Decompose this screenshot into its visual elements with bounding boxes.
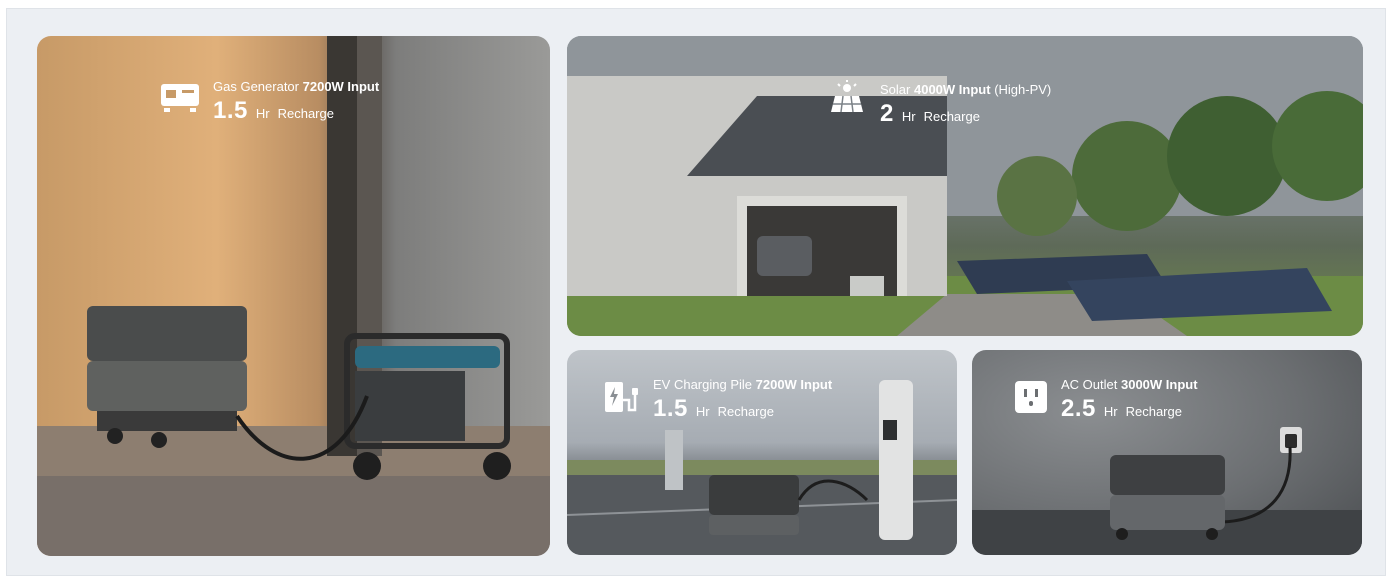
recharge-hours: 2.5	[1061, 395, 1096, 422]
hours-unit: Hr	[1103, 404, 1118, 419]
source-name: AC Outlet	[1061, 377, 1118, 392]
ev-charger-icon	[603, 380, 639, 421]
ev-charging-caption: EV Charging Pile 7200W Input 1.5 Hr Rechar…	[653, 377, 832, 423]
solar-card: Solar 4000W Input (High-PV) 2 Hr Recharge	[567, 36, 1363, 336]
solar-caption: Solar 4000W Input (High-PV) 2 Hr Recharge	[880, 82, 1051, 128]
recharge-hours: 2	[880, 100, 894, 127]
hours-unit: Hr	[695, 404, 710, 419]
input-power: 7200W Input	[755, 377, 833, 392]
source-name: Gas Generator	[213, 79, 299, 94]
recharge-label: Recharge	[1125, 404, 1182, 419]
solar-panel-icon	[829, 80, 865, 121]
input-power: 7200W Input	[302, 79, 380, 94]
recharge-hours: 1.5	[213, 97, 248, 124]
gas-generator-icon	[160, 82, 200, 119]
source-name: EV Charging Pile	[653, 377, 752, 392]
gas-generator-card: Gas Generator 7200W Input 1.5 Hr Recharge	[37, 36, 550, 556]
ev-charging-card: EV Charging Pile 7200W Input 1.5 Hr Rechar…	[567, 350, 957, 555]
recharge-hours: 1.5	[653, 395, 688, 422]
recharge-label: Recharge	[717, 404, 774, 419]
hours-unit: Hr	[901, 109, 916, 124]
ac-outlet-card: AC Outlet 3000W Input 2.5 Hr Recharge	[972, 350, 1362, 555]
ac-outlet-icon	[1013, 379, 1049, 420]
source-name: Solar	[880, 82, 911, 97]
solar-scene	[567, 36, 1363, 336]
input-note: (High-PV)	[994, 82, 1052, 97]
gas-generator-caption: Gas Generator 7200W Input 1.5 Hr Recharge	[213, 79, 379, 125]
input-power: 3000W Input	[1120, 377, 1198, 392]
hours-unit: Hr	[255, 106, 270, 121]
input-power: 4000W Input	[913, 82, 991, 97]
ac-outlet-caption: AC Outlet 3000W Input 2.5 Hr Recharge	[1061, 377, 1198, 423]
recharge-label: Recharge	[923, 109, 980, 124]
recharge-label: Recharge	[277, 106, 334, 121]
